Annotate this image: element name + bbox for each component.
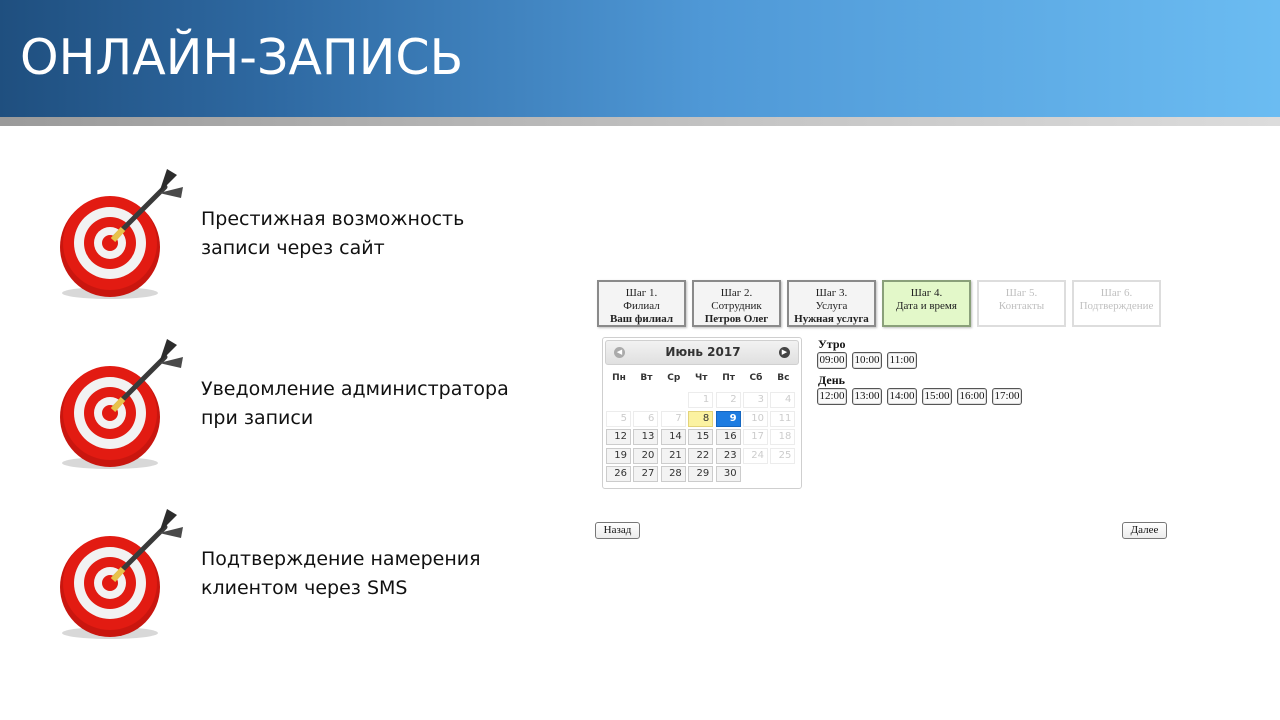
- weekday-header: Пт: [722, 373, 735, 383]
- calendar-day: 10: [743, 410, 768, 427]
- calendar-day[interactable]: 14: [660, 429, 686, 445]
- feature-line: клиентом через SMS: [201, 577, 408, 599]
- weekday-header: Пн: [612, 373, 626, 383]
- time-slot[interactable]: 11:00: [887, 352, 917, 369]
- step-name: Сотрудник: [711, 300, 762, 312]
- step-bar: Шаг 1. Филиал Ваш филиал Шаг 2. Сотрудник Пет…: [597, 280, 1172, 330]
- time-slot[interactable]: 14:00: [887, 388, 917, 405]
- target-icon: [60, 169, 183, 299]
- calendar-day: 3: [743, 392, 768, 408]
- calendar-day: 18: [770, 429, 796, 445]
- feature-line: Престижная возможность: [201, 208, 465, 230]
- calendar-day: 11: [770, 410, 796, 427]
- feature-text: Подтверждение намерения клиентом через SM…: [201, 545, 481, 603]
- calendar-day: 24: [743, 447, 768, 464]
- calendar-day[interactable]: 30: [715, 466, 741, 482]
- calendar-day: 2: [715, 392, 741, 408]
- time-slot[interactable]: 17:00: [992, 388, 1022, 405]
- calendar-day[interactable]: 26: [606, 466, 631, 482]
- calendar-day[interactable]: 8: [688, 410, 714, 427]
- step-name: Филиал: [623, 300, 660, 312]
- step-number: Шаг 5.: [1005, 287, 1038, 299]
- calendar-day: 4: [770, 392, 796, 408]
- time-slot[interactable]: 13:00: [852, 388, 882, 405]
- calendar-day: 6: [633, 410, 659, 427]
- step-value: Ваш филиал: [609, 313, 674, 325]
- page-title: ОНЛАЙН-ЗАПИСЬ: [20, 29, 464, 86]
- feature-item: Подтверждение намерения клиентом через SM…: [55, 505, 555, 645]
- step-3[interactable]: Шаг 3. Услуга Нужная услуга: [787, 280, 876, 327]
- step-6[interactable]: Шаг 6. Подтверждение: [1072, 280, 1161, 327]
- next-button[interactable]: Далее: [1122, 522, 1167, 539]
- calendar-day[interactable]: 22: [688, 447, 714, 464]
- calendar-day[interactable]: 27: [633, 466, 659, 482]
- calendar-day[interactable]: 12: [606, 429, 631, 445]
- weekday-header: Чт: [694, 373, 708, 383]
- calendar-day[interactable]: 29: [688, 466, 714, 482]
- header-banner: ОНЛАЙН-ЗАПИСЬ: [0, 0, 1280, 117]
- step-value: Петров Олег: [704, 313, 769, 325]
- step-number: Шаг 3.: [815, 287, 848, 299]
- step-2[interactable]: Шаг 2. Сотрудник Петров Олег: [692, 280, 781, 327]
- step-number: Шаг 6.: [1100, 287, 1133, 299]
- feature-line: записи через сайт: [201, 237, 385, 259]
- feature-line: Подтверждение намерения: [201, 548, 481, 570]
- step-1[interactable]: Шаг 1. Филиал Ваш филиал: [597, 280, 686, 327]
- step-name: Подтверждение: [1079, 300, 1154, 312]
- morning-label: Утро: [818, 337, 846, 351]
- day-label: День: [818, 373, 845, 387]
- calendar-day: 5: [606, 410, 631, 427]
- calendar-day: 17: [743, 429, 768, 445]
- time-slot[interactable]: 16:00: [957, 388, 987, 405]
- target-icon: [60, 339, 183, 469]
- step-4[interactable]: Шаг 4. Дата и время: [882, 280, 971, 327]
- step-name: Услуга: [815, 300, 848, 312]
- calendar-day[interactable]: 16: [715, 429, 741, 445]
- feature-text: Уведомление администратора при записи: [201, 375, 509, 433]
- calendar: ◀ Июнь 2017 ▶ Пн Вт Ср Чт Пт Сб Вс 1 2 3 4 5 6 7 8 9 10 1…: [602, 337, 802, 489]
- step-number: Шаг 4.: [910, 287, 943, 299]
- weekday-header: Вс: [777, 373, 790, 383]
- calendar-day[interactable]: 13: [633, 429, 659, 445]
- calendar-day: 1: [688, 392, 714, 408]
- calendar-day[interactable]: 20: [633, 447, 659, 464]
- back-button[interactable]: Назад: [595, 522, 640, 539]
- weekday-header: Сб: [749, 373, 763, 383]
- calendar-title: Июнь 2017: [665, 345, 741, 359]
- step-number: Шаг 1.: [625, 287, 658, 299]
- calendar-day[interactable]: 19: [606, 447, 631, 464]
- calendar-day[interactable]: 23: [715, 447, 741, 464]
- booking-widget: Шаг 1. Филиал Ваш филиал Шаг 2. Сотрудник Пет…: [595, 280, 1172, 550]
- feature-item: Уведомление администратора при записи: [55, 335, 555, 475]
- step-name: Дата и время: [896, 300, 957, 312]
- calendar-day[interactable]: 15: [688, 429, 714, 445]
- header-divider: [0, 117, 1280, 126]
- calendar-day[interactable]: 28: [660, 466, 686, 482]
- time-slot[interactable]: 15:00: [922, 388, 952, 405]
- weekday-header: Вт: [640, 373, 653, 383]
- step-value: Нужная услуга: [794, 313, 869, 325]
- target-icon: [60, 509, 183, 639]
- calendar-day: 7: [660, 410, 686, 427]
- step-number: Шаг 2.: [720, 287, 753, 299]
- feature-line: при записи: [201, 407, 314, 429]
- next-month-icon[interactable]: ▶: [779, 347, 790, 358]
- feature-item: Престижная возможность записи через сайт: [55, 165, 555, 305]
- feature-text: Престижная возможность записи через сайт: [201, 205, 464, 263]
- time-slot[interactable]: 12:00: [817, 388, 847, 405]
- calendar-day: 25: [770, 447, 796, 464]
- step-name: Контакты: [998, 300, 1045, 312]
- feature-line: Уведомление администратора: [201, 378, 509, 400]
- step-5[interactable]: Шаг 5. Контакты: [977, 280, 1066, 327]
- calendar-day[interactable]: 21: [660, 447, 686, 464]
- time-slot[interactable]: 09:00: [817, 352, 847, 369]
- selected-day[interactable]: 9: [715, 410, 741, 427]
- time-slot[interactable]: 10:00: [852, 352, 882, 369]
- calendar-header: ◀ Июнь 2017 ▶: [605, 340, 799, 365]
- weekday-header: Ср: [667, 373, 681, 383]
